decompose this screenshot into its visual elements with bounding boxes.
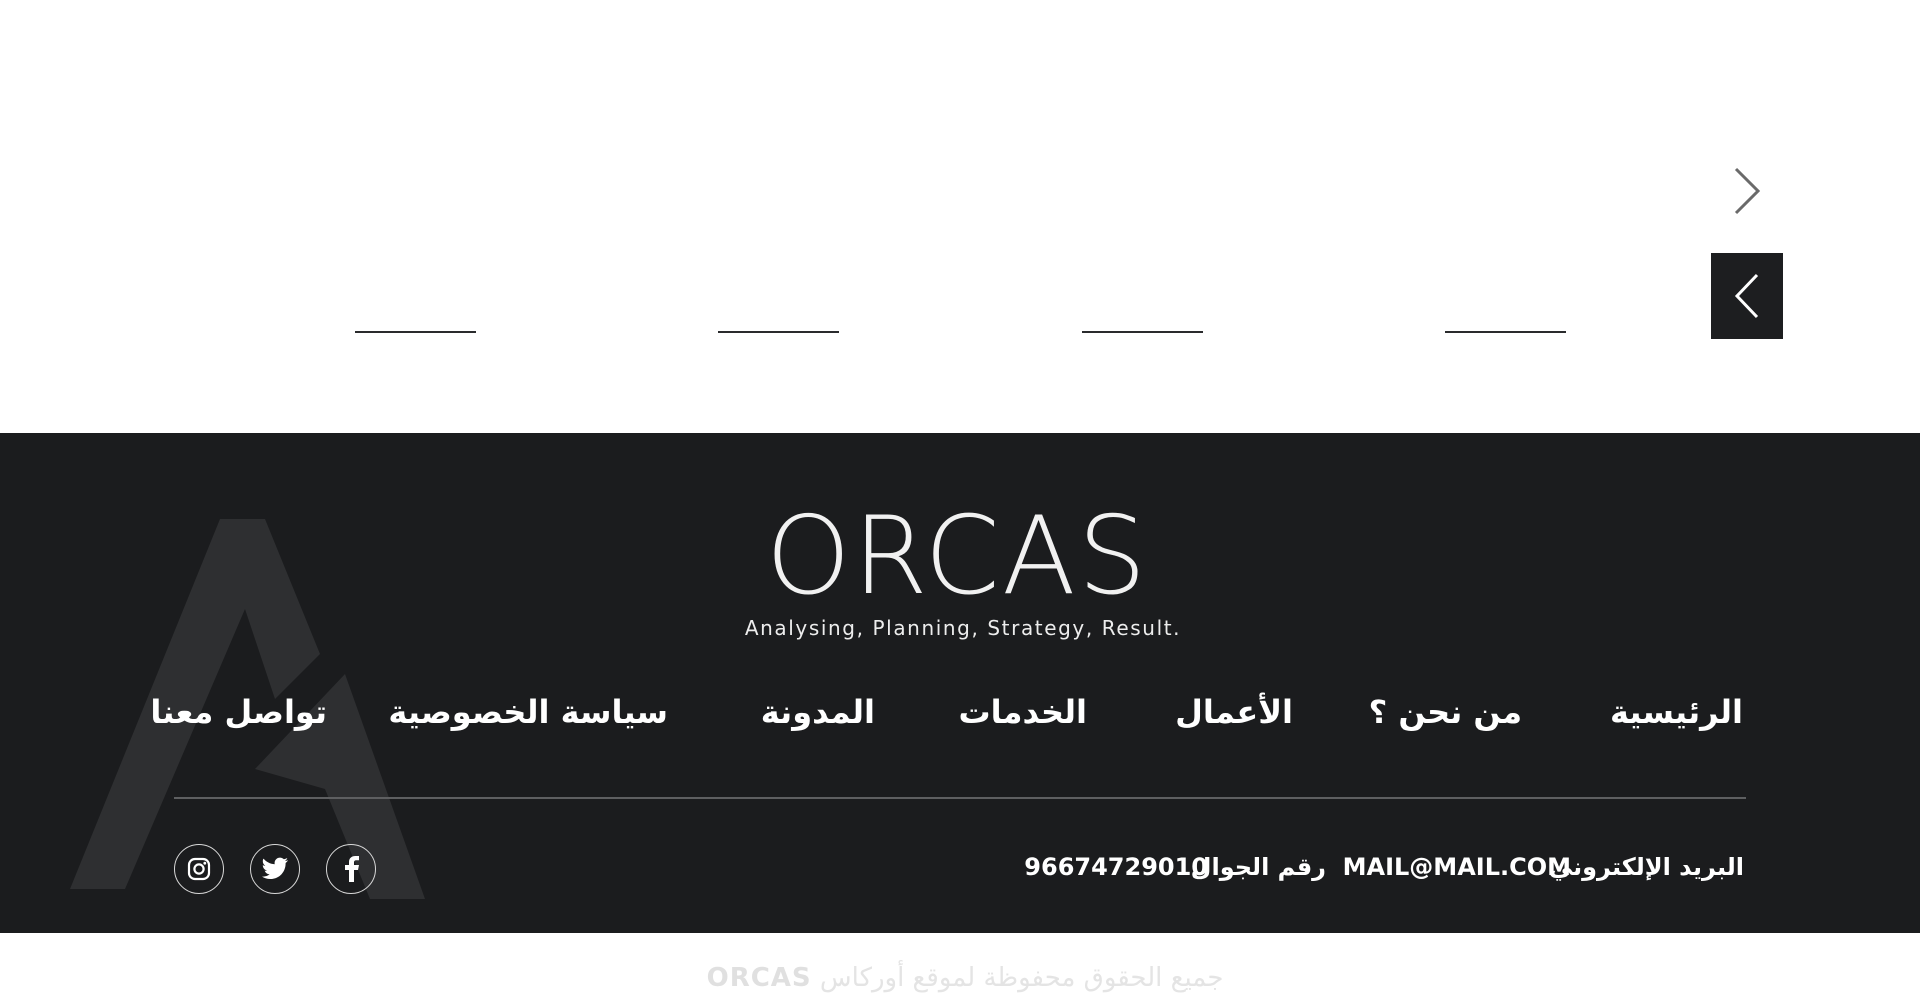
nav-link-home[interactable]: الرئيسية <box>1610 693 1743 743</box>
copyright-bar: ORCAS جميع الحقوق محفوظة لموقع أوركاس <box>0 963 1920 993</box>
footer-divider <box>174 797 1746 799</box>
email-label: البريد الإلكتروني <box>1548 853 1744 881</box>
email-value[interactable]: MAIL@MAIL.COM <box>1343 853 1571 881</box>
carousel-next-button[interactable] <box>1724 165 1772 217</box>
phone-label: رقم الجوال <box>1190 853 1326 881</box>
facebook-icon <box>345 856 359 882</box>
twitter-icon <box>262 857 288 879</box>
nav-link-works[interactable]: الأعمال <box>1175 693 1293 743</box>
nav-link-privacy[interactable]: سياسة الخصوصية <box>388 693 668 743</box>
copyright-logo: ORCAS <box>706 963 812 993</box>
carousel-indicator[interactable] <box>355 331 476 333</box>
facebook-button[interactable] <box>326 844 376 894</box>
carousel-indicator[interactable] <box>1445 331 1566 333</box>
instagram-icon <box>187 857 211 881</box>
nav-link-services[interactable]: الخدمات <box>958 693 1087 743</box>
site-footer: ORCAS Analysing, Planning, Strategy, Res… <box>0 433 1920 933</box>
carousel-indicator[interactable] <box>1082 331 1203 333</box>
copyright-text: جميع الحقوق محفوظة لموقع أوركاس <box>819 963 1224 993</box>
logo-text: ORCAS <box>765 494 1149 619</box>
instagram-button[interactable] <box>174 844 224 894</box>
phone-value[interactable]: 96674729010 <box>1024 853 1208 881</box>
nav-link-blog[interactable]: المدونة <box>761 693 875 743</box>
brand-tagline: Analysing, Planning, Strategy, Result. <box>744 616 1182 640</box>
nav-link-contact[interactable]: تواصل معنا <box>150 693 327 743</box>
footer-logo[interactable]: ORCAS <box>0 503 1920 611</box>
chevron-right-icon <box>1734 167 1761 215</box>
chevron-left-icon <box>1734 273 1759 319</box>
carousel-indicator[interactable] <box>718 331 839 333</box>
carousel-prev-button[interactable] <box>1711 253 1783 339</box>
nav-link-about[interactable]: من نحن ؟ <box>1369 693 1522 743</box>
carousel-section <box>0 0 1920 433</box>
twitter-button[interactable] <box>250 844 300 894</box>
